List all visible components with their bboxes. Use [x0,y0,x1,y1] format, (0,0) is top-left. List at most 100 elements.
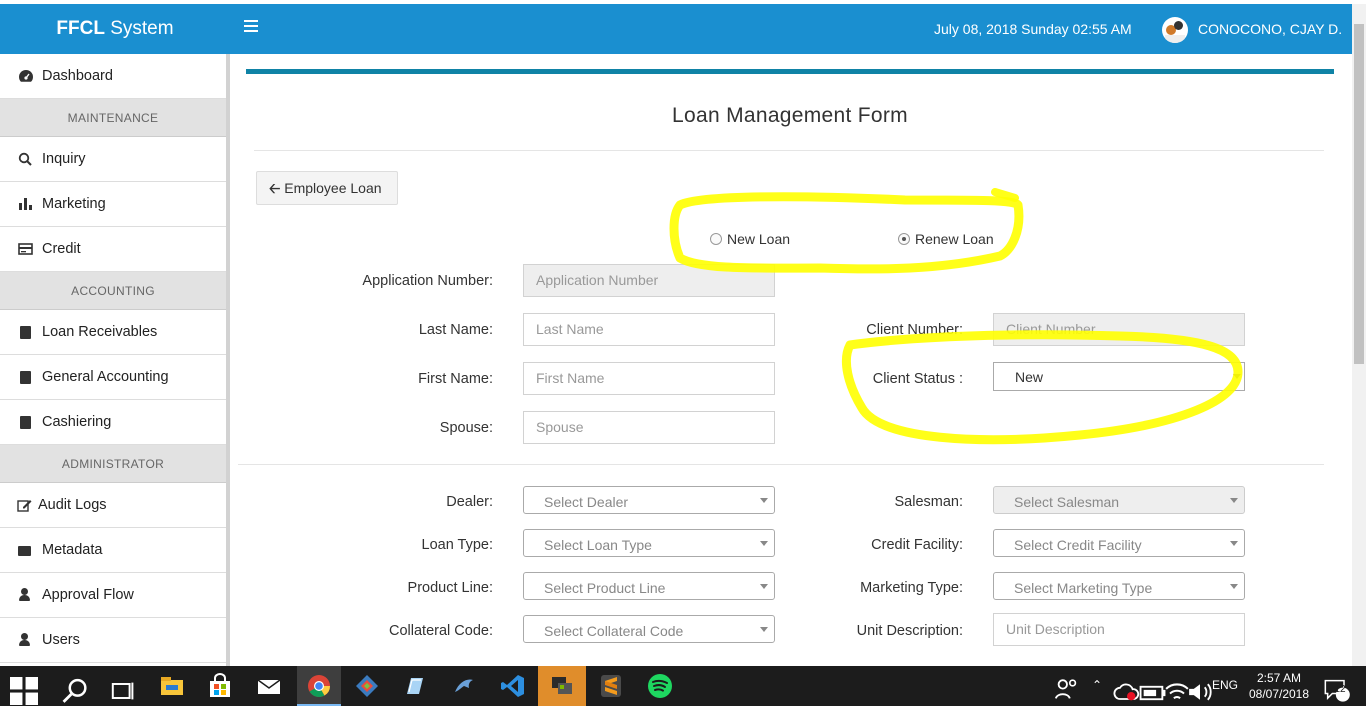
sidebar-item-audit-logs[interactable]: Audit Logs [0,483,226,528]
book-icon [20,325,31,339]
chevron-down-icon [1230,541,1238,546]
dealer-select[interactable]: Select Dealer [523,486,775,514]
sidebar-item-loan-receivables[interactable]: Loan Receivables [0,310,226,355]
employee-loan-button[interactable]: 🡠 Employee Loan [256,171,398,205]
spouse-field[interactable]: Spouse [523,411,775,444]
people-icon[interactable] [1053,676,1081,704]
first-name-field[interactable]: First Name [523,362,775,395]
loan-form-card: Loan Management Form 🡠 Employee Loan New… [238,69,1334,669]
spotify-icon[interactable] [646,672,674,700]
credit-facility-label: Credit Facility: [871,537,963,553]
application-number-field[interactable]: Application Number [523,264,775,297]
collateral-code-select[interactable]: Select Collateral Code [523,615,775,643]
menu-toggle-icon[interactable] [244,20,258,34]
volume-icon[interactable] [1186,678,1214,706]
sidebar-item-label: Metadata [42,542,103,558]
bar-chart-icon [19,198,32,210]
sidebar-item-users[interactable]: Users [0,618,226,663]
collateral-code-label: Collateral Code: [389,623,493,639]
salesman-select[interactable]: Select Salesman [993,486,1245,514]
credit-facility-select[interactable]: Select Credit Facility [993,529,1245,557]
sidebar-item-dashboard[interactable]: Dashboard [0,54,226,99]
language-indicator[interactable]: ENG [1212,678,1238,692]
vscode-icon[interactable] [499,672,527,700]
user-menu[interactable]: CONOCONO, CJAY D. [1198,21,1342,37]
unit-description-field[interactable]: Unit Description [993,613,1245,646]
edit-icon [17,500,32,512]
sidebar-item-credit[interactable]: Credit [0,227,226,272]
app-brand[interactable]: FFCL System [0,4,230,54]
chevron-down-icon [1230,584,1238,589]
salesman-label: Salesman: [894,494,963,510]
client-number-field[interactable]: Client Number [993,313,1245,346]
windows-taskbar: ⌃ ENG 2:57 AM 08/07/2018 12 [0,666,1366,706]
marketing-type-label: Marketing Type: [860,580,963,596]
book-icon [20,370,31,384]
radio-button[interactable] [898,233,910,245]
taskbar-clock[interactable]: 2:57 AM 08/07/2018 [1246,670,1312,702]
spouse-label: Spouse: [439,420,493,436]
section-maintenance: MAINTENANCE [0,99,226,137]
sidebar-item-label: Loan Receivables [42,324,158,340]
chevron-down-icon [760,498,768,503]
last-name-label: Last Name: [418,322,493,338]
sidebar-item-label: Credit [42,241,81,257]
dashboard-icon [19,70,33,82]
store-icon[interactable] [206,672,234,700]
file-explorer-icon[interactable] [158,672,186,700]
radio-button[interactable] [710,233,722,245]
sidebar-item-label: Marketing [42,196,106,212]
mail-icon[interactable] [255,672,283,700]
chevron-up-icon[interactable]: ⌃ [1092,678,1102,692]
sidebar-item-label: Users [42,632,80,648]
product-line-select[interactable]: Select Product Line [523,572,775,600]
marketing-type-select[interactable]: Select Marketing Type [993,572,1245,600]
arrow-left-icon: 🡠 [269,180,281,196]
search-icon [18,152,32,166]
task-view-icon[interactable] [110,677,138,705]
radio-new-loan[interactable]: New Loan [710,231,790,247]
sidebar-item-inquiry[interactable]: Inquiry [0,137,226,182]
sublime-text-icon[interactable] [597,672,625,700]
notification-count: 12 [1334,684,1346,695]
cloud-icon[interactable] [1113,678,1141,706]
sidebar-item-label: General Accounting [42,369,169,385]
notepad-icon[interactable] [401,672,429,700]
sidebar-item-cashiering[interactable]: Cashiering [0,400,226,445]
loan-type-label: Loan Type: [421,537,494,553]
sidebar-item-approval-flow[interactable]: Approval Flow [0,573,226,618]
chevron-down-icon [760,541,768,546]
client-number-label: Client Number: [866,322,963,338]
search-icon[interactable] [62,677,90,705]
main-content: Loan Management Form 🡠 Employee Loan New… [234,54,1352,669]
chrome-icon[interactable] [305,672,333,700]
section-administrator: ADMINISTRATOR [0,445,226,483]
credit-card-icon [18,243,33,255]
unit-description-label: Unit Description: [856,623,963,639]
radio-renew-loan[interactable]: Renew Loan [898,231,994,247]
sidebar-item-general-accounting[interactable]: General Accounting [0,355,226,400]
section-accounting: ACCOUNTING [0,272,226,310]
chevron-down-icon [1230,498,1238,503]
last-name-field[interactable]: Last Name [523,313,775,346]
page-title: Loan Management Form [672,104,908,127]
avatar[interactable] [1162,17,1188,43]
client-status-select[interactable]: New [993,362,1245,391]
chevron-down-icon [1233,374,1241,379]
dolphin-app-icon[interactable] [450,672,478,700]
sidebar-item-marketing[interactable]: Marketing [0,182,226,227]
chevron-down-icon [760,584,768,589]
book-icon [20,415,31,429]
chevron-down-icon [760,627,768,632]
windows-start-icon[interactable] [10,677,38,705]
loan-type-select[interactable]: Select Loan Type [523,529,775,557]
sidebar: Dashboard MAINTENANCE Inquiry Marketing … [0,54,230,666]
remote-desktop-icon[interactable] [548,672,576,700]
folder-icon [18,546,31,556]
git-app-icon[interactable] [353,672,381,700]
user-icon [18,588,31,602]
client-status-label: Client Status : [872,371,963,387]
sidebar-item-metadata[interactable]: Metadata [0,528,226,573]
scrollbar-thumb[interactable] [1354,24,1364,364]
page-scrollbar[interactable] [1352,4,1366,666]
